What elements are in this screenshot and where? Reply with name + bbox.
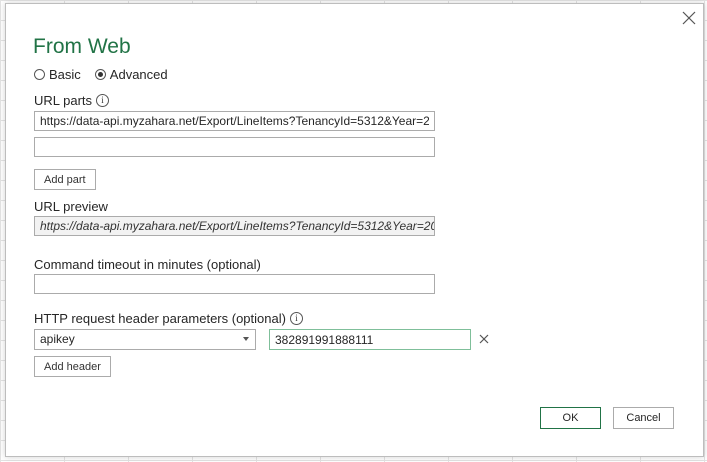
info-icon[interactable]: i <box>289 312 303 325</box>
from-web-dialog: From Web Basic Advanced URL parts i Add … <box>5 3 704 457</box>
ok-button[interactable]: OK <box>540 407 601 429</box>
advanced-radio-circle[interactable] <box>94 69 106 80</box>
url-preview-field: https://data-api.myzahara.net/Export/Lin… <box>34 216 435 236</box>
url-part-1-input[interactable] <box>34 111 435 131</box>
chevron-down-icon <box>243 337 249 341</box>
url-part-2-input[interactable] <box>34 137 435 157</box>
advanced-radio[interactable]: Advanced <box>94 67 168 82</box>
dialog-title: From Web <box>33 35 131 58</box>
command-timeout-heading: Command timeout in minutes (optional) <box>34 257 261 272</box>
add-part-button[interactable]: Add part <box>34 169 96 190</box>
info-icon[interactable]: i <box>96 94 110 107</box>
http-headers-label: HTTP request header parameters (optional… <box>34 311 286 326</box>
remove-header-icon[interactable] <box>479 334 489 344</box>
close-icon[interactable] <box>680 9 698 27</box>
basic-radio-label: Basic <box>49 67 81 82</box>
command-timeout-label: Command timeout in minutes (optional) <box>34 257 261 272</box>
mode-radio-group: Basic Advanced <box>34 67 182 82</box>
header-value-input[interactable] <box>269 329 471 350</box>
header-name-value: apikey <box>40 332 75 346</box>
add-header-button[interactable]: Add header <box>34 356 111 377</box>
url-preview-heading: URL preview <box>34 199 108 214</box>
command-timeout-input[interactable] <box>34 274 435 294</box>
basic-radio[interactable]: Basic <box>34 67 81 82</box>
advanced-radio-label: Advanced <box>109 67 168 82</box>
url-preview-label: URL preview <box>34 199 108 214</box>
url-parts-heading: URL parts i <box>34 93 110 108</box>
url-parts-label: URL parts <box>34 93 93 108</box>
header-name-dropdown[interactable]: apikey <box>34 329 256 350</box>
basic-radio-circle[interactable] <box>34 69 45 80</box>
cancel-button[interactable]: Cancel <box>613 407 674 429</box>
http-headers-heading: HTTP request header parameters (optional… <box>34 311 303 326</box>
